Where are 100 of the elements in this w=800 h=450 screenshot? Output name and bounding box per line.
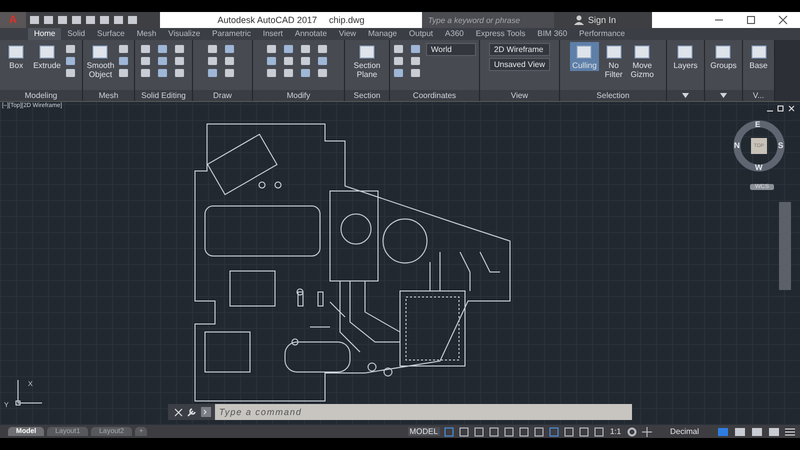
close-icon[interactable] bbox=[778, 15, 788, 25]
status-toggle-icon[interactable] bbox=[532, 426, 545, 436]
ribbon-button[interactable]: Extrude bbox=[31, 42, 63, 71]
panel-title[interactable]: V... bbox=[752, 91, 764, 100]
ribbon-button[interactable]: Box bbox=[3, 42, 30, 71]
tool-icon[interactable] bbox=[317, 44, 328, 54]
panel-title[interactable]: Solid Editing bbox=[141, 91, 186, 100]
tool-icon[interactable] bbox=[283, 44, 294, 54]
tool-icon[interactable] bbox=[300, 68, 311, 78]
tool-icon[interactable] bbox=[174, 44, 184, 54]
menu-icon[interactable] bbox=[784, 426, 796, 436]
ribbon-tab[interactable]: Output bbox=[403, 28, 440, 40]
tool-icon[interactable] bbox=[140, 68, 150, 78]
ribbon-tab[interactable]: Parametric bbox=[206, 28, 257, 40]
quick-access-toolbar-icon[interactable] bbox=[30, 15, 140, 25]
tool-icon[interactable] bbox=[140, 56, 150, 66]
caret-icon[interactable] bbox=[682, 93, 689, 98]
ribbon-tab[interactable]: Express Tools bbox=[470, 28, 532, 40]
ribbon-tab[interactable]: Insert bbox=[256, 28, 289, 40]
tool-icon[interactable] bbox=[156, 68, 168, 78]
viewport-controls-icon[interactable] bbox=[766, 105, 796, 113]
tool-icon[interactable] bbox=[393, 44, 404, 54]
ribbon-tab[interactable]: Mesh bbox=[130, 28, 162, 40]
compass-label[interactable]: N bbox=[734, 142, 740, 150]
tool-icon[interactable] bbox=[156, 56, 168, 66]
panel-title[interactable]: Coordinates bbox=[412, 91, 456, 100]
status-toggle-icon[interactable] bbox=[733, 426, 747, 436]
tool-icon[interactable] bbox=[317, 56, 328, 66]
command-field[interactable]: Type a command bbox=[215, 404, 632, 420]
tool-icon[interactable] bbox=[300, 56, 311, 66]
status-toggle-icon[interactable] bbox=[458, 426, 470, 436]
caret-icon[interactable] bbox=[720, 93, 727, 98]
status-toggle-icon[interactable] bbox=[548, 426, 560, 436]
sign-in-button[interactable]: Sign In bbox=[588, 15, 616, 25]
panel-title[interactable]: Modeling bbox=[24, 91, 58, 100]
tool-icon[interactable] bbox=[317, 68, 328, 78]
panel-title[interactable]: Section bbox=[354, 91, 380, 100]
tool-icon[interactable] bbox=[300, 44, 311, 54]
compass-label[interactable]: W bbox=[755, 164, 763, 172]
tool-icon[interactable] bbox=[266, 56, 277, 66]
ribbon-tab[interactable]: Home bbox=[28, 28, 62, 40]
tool-icon[interactable] bbox=[410, 44, 421, 54]
tool-icon[interactable] bbox=[393, 56, 404, 66]
panel-title[interactable]: Selection bbox=[596, 91, 630, 100]
ribbon-tab[interactable]: Surface bbox=[91, 28, 131, 40]
ribbon-tab[interactable]: BIM 360 bbox=[531, 28, 574, 40]
plus-icon[interactable] bbox=[641, 426, 654, 436]
status-toggle-icon[interactable] bbox=[518, 426, 530, 436]
status-toggle-icon[interactable] bbox=[578, 426, 590, 436]
tool-icon[interactable] bbox=[174, 56, 184, 66]
tool-icon[interactable] bbox=[224, 56, 235, 66]
tool-icon[interactable] bbox=[64, 44, 76, 54]
ribbon-tab[interactable]: A360 bbox=[439, 28, 470, 40]
tool-icon[interactable] bbox=[118, 44, 130, 54]
ribbon-tab[interactable]: View bbox=[332, 28, 362, 40]
status-toggle-icon[interactable] bbox=[716, 426, 730, 436]
tool-icon[interactable] bbox=[207, 44, 218, 54]
tool-icon[interactable] bbox=[207, 68, 218, 78]
tool-icon[interactable] bbox=[224, 44, 235, 54]
tool-icon[interactable] bbox=[64, 56, 76, 66]
tool-icon[interactable] bbox=[140, 44, 150, 54]
compass-label[interactable]: S bbox=[778, 142, 784, 150]
ribbon-button[interactable]: Smooth Object bbox=[84, 42, 116, 80]
ribbon-tab[interactable]: Performance bbox=[573, 28, 631, 40]
status-toggle-icon[interactable] bbox=[502, 426, 515, 436]
compass-label[interactable]: E bbox=[755, 121, 760, 129]
status-toggle-icon[interactable] bbox=[472, 426, 485, 436]
dropdown[interactable]: 2D Wireframe bbox=[489, 43, 550, 56]
status-toggle-icon[interactable] bbox=[488, 426, 500, 436]
ribbon-button[interactable]: No Filter bbox=[600, 42, 627, 80]
status-toggle-icon[interactable] bbox=[592, 426, 605, 436]
status-toggle-icon[interactable] bbox=[562, 426, 575, 436]
ribbon-button[interactable]: Layers bbox=[671, 42, 700, 71]
tool-icon[interactable] bbox=[410, 56, 421, 66]
ribbon-button[interactable]: Section Plane bbox=[352, 42, 382, 80]
compass-ring-icon[interactable] bbox=[731, 118, 787, 174]
tool-icon[interactable] bbox=[410, 68, 421, 78]
annotation-scale-button[interactable]: 1:1 bbox=[608, 427, 624, 436]
tool-icon[interactable] bbox=[393, 68, 404, 78]
ribbon-tab[interactable]: Annotate bbox=[288, 28, 333, 40]
panel-title[interactable]: Modify bbox=[286, 91, 310, 100]
dropdown[interactable]: World bbox=[426, 43, 476, 56]
tool-icon[interactable] bbox=[174, 68, 184, 78]
tool-icon[interactable] bbox=[118, 56, 130, 66]
maximize-icon[interactable] bbox=[746, 15, 756, 25]
tool-icon[interactable] bbox=[224, 68, 235, 78]
panel-title[interactable]: Mesh bbox=[98, 91, 118, 100]
ribbon-tab[interactable]: Visualize bbox=[162, 28, 206, 40]
status-toggle-icon[interactable] bbox=[767, 426, 781, 436]
model-space-button[interactable]: MODEL bbox=[408, 427, 440, 436]
units-dropdown[interactable]: Decimal bbox=[656, 427, 713, 436]
tool-icon[interactable] bbox=[156, 44, 168, 54]
ribbon-tab[interactable]: Manage bbox=[362, 28, 404, 40]
status-toggle-icon[interactable] bbox=[442, 426, 455, 436]
tool-icon[interactable] bbox=[283, 68, 294, 78]
ribbon-tab[interactable]: Solid bbox=[61, 28, 92, 40]
panel-title[interactable]: Draw bbox=[213, 91, 232, 100]
ribbon-button[interactable]: Move Gizmo bbox=[628, 42, 656, 80]
panel-title[interactable]: View bbox=[510, 91, 528, 100]
dropdown[interactable]: Unsaved View bbox=[489, 58, 550, 71]
